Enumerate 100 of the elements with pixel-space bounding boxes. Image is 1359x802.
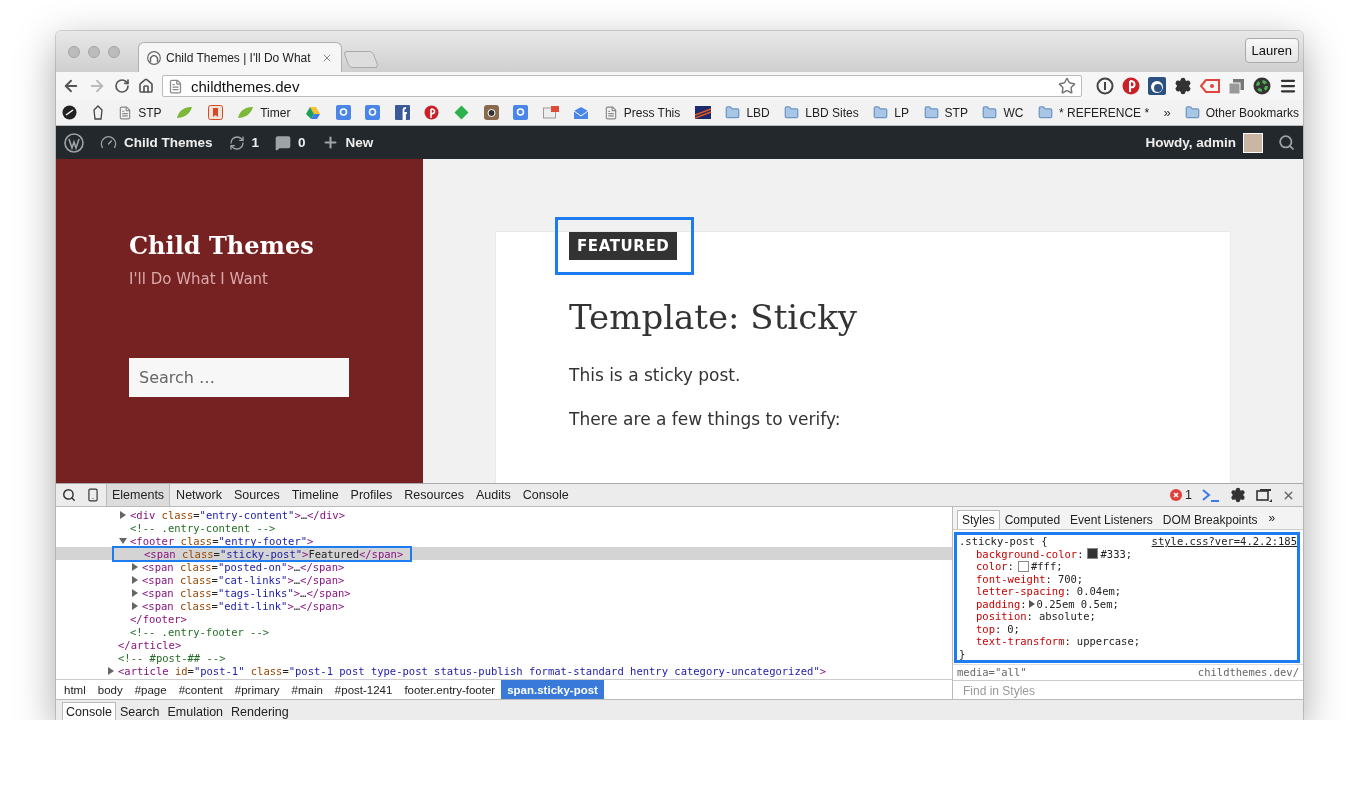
- expanded-triangle-icon[interactable]: [119, 536, 127, 545]
- bookmark-link[interactable]: LBD: [725, 105, 770, 120]
- devtools-tab[interactable]: Elements: [106, 484, 171, 506]
- bookmark-link[interactable]: STP: [923, 105, 968, 120]
- profile-button[interactable]: Lauren: [1244, 38, 1299, 63]
- more-tabs-button[interactable]: »: [1268, 511, 1276, 525]
- bookmark-link[interactable]: Press This: [603, 105, 681, 120]
- breadcrumb-item[interactable]: span.sticky-post: [501, 680, 604, 699]
- sidebar-tab[interactable]: Event Listeners: [1065, 510, 1158, 529]
- sidebar-tab[interactable]: DOM Breakpoints: [1157, 510, 1263, 529]
- breadcrumb-item[interactable]: body: [91, 680, 129, 699]
- sidebar-tab[interactable]: Computed: [999, 510, 1066, 529]
- favicon-icon: [91, 105, 104, 120]
- settings-icon[interactable]: [1174, 77, 1192, 95]
- admin-bar-link[interactable]: New: [321, 134, 374, 151]
- bookmark-link[interactable]: Other Bookmarks: [1184, 105, 1299, 120]
- menu-icon[interactable]: [1279, 77, 1297, 95]
- folder-icon: [982, 105, 998, 120]
- devtools-tab[interactable]: Resources: [398, 484, 471, 506]
- breadcrumb-item[interactable]: #main: [285, 680, 329, 699]
- favicon-icon: [453, 105, 469, 120]
- colon-text: :: [1064, 635, 1071, 648]
- back-button[interactable]: [62, 77, 80, 95]
- tab-title: Child Themes | I'll Do What: [166, 50, 312, 65]
- search-icon[interactable]: [1278, 134, 1295, 151]
- bookmark-link[interactable]: LP: [873, 105, 909, 120]
- drawer-tab[interactable]: Search: [115, 702, 164, 720]
- extension-icon[interactable]: [1253, 77, 1271, 95]
- prompt-icon[interactable]: [1202, 488, 1220, 502]
- sidebar-tab[interactable]: Styles: [957, 510, 1000, 529]
- admin-bar-link[interactable]: 1: [228, 134, 260, 151]
- bookmark-link[interactable]: [62, 105, 77, 120]
- bookmark-link[interactable]: [483, 105, 499, 120]
- collapsed-triangle-icon[interactable]: [131, 588, 139, 597]
- dom-tree-item[interactable]: <span class="cat-links">…</span>: [56, 573, 952, 586]
- settings-icon[interactable]: [1230, 487, 1246, 503]
- bookmark-link[interactable]: [91, 105, 104, 120]
- more-bookmarks-button[interactable]: »: [1163, 105, 1171, 120]
- browser-tab[interactable]: Child Themes | I'll Do What: [138, 42, 342, 72]
- dom-tree-item[interactable]: <span class="tags-links">…</span>: [56, 586, 952, 599]
- bookmark-link[interactable]: LBD Sites: [784, 105, 859, 120]
- breadcrumb-item[interactable]: #page: [128, 680, 173, 699]
- dom-tree-item[interactable]: <!-- #post-## -->: [56, 651, 952, 664]
- collapsed-triangle-icon[interactable]: [107, 666, 115, 675]
- dom-tree-item[interactable]: </article>: [56, 638, 952, 651]
- extension-icon[interactable]: [1122, 77, 1140, 95]
- bookmark-link[interactable]: * REFERENCE *: [1038, 105, 1150, 120]
- address-bar[interactable]: childthemes.dev: [162, 75, 1082, 97]
- account-link[interactable]: Howdy, admin: [1145, 132, 1263, 153]
- dock-icon[interactable]: [1256, 488, 1272, 502]
- collapsed-triangle-icon[interactable]: [119, 510, 127, 519]
- dom-tree-item[interactable]: <div class="entry-content">…</div>: [56, 508, 952, 521]
- extension-icon[interactable]: [1096, 77, 1114, 95]
- admin-bar-link[interactable]: [64, 132, 84, 153]
- admin-bar-link[interactable]: Child Themes: [100, 134, 213, 151]
- breadcrumb-item[interactable]: #primary: [228, 680, 286, 699]
- star-icon[interactable]: [1058, 77, 1076, 95]
- search-field[interactable]: Search …: [129, 358, 349, 397]
- extension-icon[interactable]: [1148, 77, 1166, 95]
- dom-tree-item[interactable]: <footer class="entry-footer">: [56, 534, 952, 547]
- source-link[interactable]: style.css?ver=4.2.2:185: [1151, 535, 1297, 548]
- collapsed-triangle-icon[interactable]: [131, 575, 139, 584]
- devtools-tab[interactable]: Audits: [470, 484, 517, 506]
- dom-node-text: <!-- #post-## -->: [118, 651, 226, 664]
- mail-icon: [573, 105, 590, 120]
- devtools-tab[interactable]: Sources: [227, 484, 286, 506]
- admin-bar-link[interactable]: 0: [275, 134, 306, 151]
- dom-tree-item[interactable]: <!-- .entry-footer -->: [56, 625, 952, 638]
- breadcrumb-item[interactable]: footer.entry-footer: [398, 680, 502, 699]
- bookmark-link[interactable]: [394, 105, 410, 120]
- css-property: color: [976, 560, 1008, 573]
- breadcrumb-item[interactable]: html: [58, 680, 92, 699]
- devtools-tab[interactable]: Network: [170, 484, 228, 506]
- drawer-tab[interactable]: Emulation: [163, 702, 228, 720]
- devtools-tab[interactable]: Timeline: [285, 484, 345, 506]
- collapsed-triangle-icon[interactable]: [131, 562, 139, 571]
- reload-button[interactable]: [114, 78, 130, 94]
- home-button[interactable]: [138, 78, 154, 94]
- drawer-tab[interactable]: Console: [62, 702, 116, 720]
- drawer-tab[interactable]: Rendering: [227, 702, 293, 720]
- folder-icon: [873, 105, 889, 120]
- breadcrumb-item[interactable]: #post-1241: [328, 680, 399, 699]
- dom-tree-item[interactable]: <article id="post-1" class="post-1 post type-post status-publish format-standard hentry category-uncategorized">: [56, 664, 952, 677]
- collapsed-triangle-icon[interactable]: [131, 601, 139, 610]
- error-count-button[interactable]: 1: [1170, 488, 1192, 502]
- find-in-styles-field[interactable]: Find in Styles: [953, 680, 1303, 699]
- dom-tree-item[interactable]: <span class="edit-link">…</span>: [56, 599, 952, 612]
- dom-tree-item[interactable]: <span class="sticky-post">Featured</span>: [56, 547, 952, 560]
- dom-tree-item[interactable]: <span class="posted-on">…</span>: [56, 560, 952, 573]
- bookmark-link[interactable]: WC: [982, 105, 1024, 120]
- collapsed-triangle-icon[interactable]: [1027, 599, 1036, 608]
- bookmark-link[interactable]: [694, 106, 711, 119]
- dom-tree-item[interactable]: </footer>: [56, 612, 952, 625]
- bookmark-link[interactable]: Timer: [237, 105, 291, 120]
- devtools-tab[interactable]: Profiles: [344, 484, 399, 506]
- bookmark-link[interactable]: STP: [118, 105, 162, 120]
- dom-tree-item[interactable]: <!-- .entry-content -->: [56, 521, 952, 534]
- css-property: text-transform: [976, 635, 1065, 648]
- devtools-tab[interactable]: Console: [516, 484, 575, 506]
- breadcrumb-item[interactable]: #content: [172, 680, 229, 699]
